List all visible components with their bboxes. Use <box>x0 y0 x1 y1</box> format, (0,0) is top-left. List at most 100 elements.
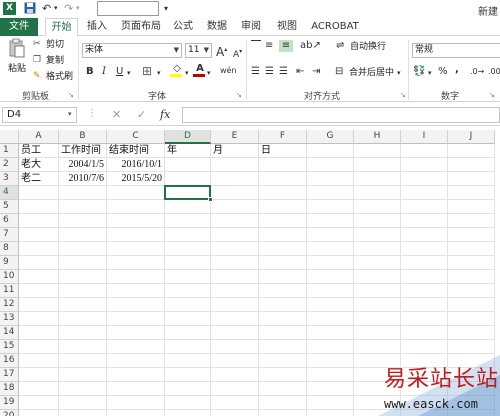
cell-h10[interactable] <box>354 270 401 284</box>
cell-i8[interactable] <box>401 242 448 256</box>
tab-acrobat[interactable]: ACROBAT <box>310 18 360 36</box>
cell-e14[interactable] <box>211 326 259 340</box>
cell-f16[interactable] <box>259 354 307 368</box>
cell-b12[interactable] <box>59 298 107 312</box>
cell-f19[interactable] <box>259 396 307 410</box>
cell-e17[interactable] <box>211 368 259 382</box>
cell-a14[interactable] <box>19 326 59 340</box>
tab-page-layout[interactable]: 页面布局 <box>120 18 162 36</box>
cell-f5[interactable] <box>259 200 307 214</box>
number-format-combo[interactable]: 常规 <box>412 43 500 58</box>
row-header-19[interactable]: 19 <box>0 396 19 410</box>
cell-j12[interactable] <box>448 298 495 312</box>
tab-file[interactable]: 文件 <box>0 18 38 36</box>
borders-icon[interactable]: ⊞ <box>142 65 152 77</box>
cell-j5[interactable] <box>448 200 495 214</box>
cell-g7[interactable] <box>307 228 354 242</box>
tab-home[interactable]: 开始 <box>45 18 78 37</box>
borders-dropdown-icon[interactable]: ▾ <box>157 67 161 79</box>
row-header-13[interactable]: 13 <box>0 312 19 326</box>
cell-f17[interactable] <box>259 368 307 382</box>
cell-g9[interactable] <box>307 256 354 270</box>
cell-g16[interactable] <box>307 354 354 368</box>
italic-button[interactable]: I <box>102 66 106 78</box>
row-header-20[interactable]: 20 <box>0 410 19 416</box>
cell-c13[interactable] <box>107 312 165 326</box>
cell-f14[interactable] <box>259 326 307 340</box>
cell-g10[interactable] <box>307 270 354 284</box>
cell-h4[interactable] <box>354 186 401 200</box>
cell-f9[interactable] <box>259 256 307 270</box>
cell-d17[interactable] <box>165 368 211 382</box>
tab-data[interactable]: 数据 <box>206 18 228 36</box>
bold-button[interactable]: B <box>86 66 94 78</box>
row-header-12[interactable]: 12 <box>0 298 19 312</box>
cell-c16[interactable] <box>107 354 165 368</box>
cell-h3[interactable] <box>354 172 401 186</box>
cell-f7[interactable] <box>259 228 307 242</box>
merge-dropdown-icon[interactable]: ▾ <box>397 67 401 79</box>
cell-e19[interactable] <box>211 396 259 410</box>
cell-e5[interactable] <box>211 200 259 214</box>
cell-f8[interactable] <box>259 242 307 256</box>
cell-a15[interactable] <box>19 340 59 354</box>
cell-j2[interactable] <box>448 158 495 172</box>
cell-j9[interactable] <box>448 256 495 270</box>
cell-d19[interactable] <box>165 396 211 410</box>
undo-dropdown-icon[interactable]: ▾ <box>54 2 58 15</box>
cell-j4[interactable] <box>448 186 495 200</box>
cell-i7[interactable] <box>401 228 448 242</box>
cell-b16[interactable] <box>59 354 107 368</box>
cell-a5[interactable] <box>19 200 59 214</box>
name-box-dropdown-icon[interactable]: ▾ <box>68 110 72 118</box>
cell-f18[interactable] <box>259 382 307 396</box>
cell-h11[interactable] <box>354 284 401 298</box>
font-name-combo[interactable]: 宋体 ▼ <box>82 43 182 58</box>
cell-h5[interactable] <box>354 200 401 214</box>
align-center-icon[interactable]: ☰ <box>265 66 274 78</box>
paste-button[interactable]: 粘贴 <box>8 63 26 75</box>
cell-a19[interactable] <box>19 396 59 410</box>
row-header-17[interactable]: 17 <box>0 368 19 382</box>
cell-i2[interactable] <box>401 158 448 172</box>
cell-a20[interactable] <box>19 410 59 416</box>
cell-e15[interactable] <box>211 340 259 354</box>
cell-e4[interactable] <box>211 186 259 200</box>
row-header-18[interactable]: 18 <box>0 382 19 396</box>
cell-j8[interactable] <box>448 242 495 256</box>
cell-b15[interactable] <box>59 340 107 354</box>
cell-j10[interactable] <box>448 270 495 284</box>
merge-center-icon[interactable]: ⊟ <box>335 66 343 78</box>
font-launcher-icon[interactable]: ↘ <box>236 89 242 101</box>
row-header-14[interactable]: 14 <box>0 326 19 340</box>
tab-review[interactable]: 审阅 <box>240 18 262 36</box>
cell-c2[interactable]: 2016/10/1 <box>107 158 165 172</box>
cell-d2[interactable] <box>165 158 211 172</box>
align-middle-icon[interactable]: ≡ <box>265 40 273 52</box>
customize-toolbar-icon[interactable]: ▾ <box>164 2 168 15</box>
merge-center-button[interactable]: 合并后居中 <box>349 67 394 79</box>
cell-i4[interactable] <box>401 186 448 200</box>
cell-c7[interactable] <box>107 228 165 242</box>
cell-g4[interactable] <box>307 186 354 200</box>
cell-c1[interactable]: 结束时间 <box>107 144 165 158</box>
row-header-2[interactable]: 2 <box>0 158 19 172</box>
cell-g1[interactable] <box>307 144 354 158</box>
cell-a11[interactable] <box>19 284 59 298</box>
cell-i3[interactable] <box>401 172 448 186</box>
cell-g15[interactable] <box>307 340 354 354</box>
cell-e9[interactable] <box>211 256 259 270</box>
cell-f1[interactable]: 日 <box>259 144 307 158</box>
cell-j14[interactable] <box>448 326 495 340</box>
wrap-text-button[interactable]: 自动换行 <box>350 41 386 53</box>
cell-c15[interactable] <box>107 340 165 354</box>
cell-g20[interactable] <box>307 410 354 416</box>
cell-e20[interactable] <box>211 410 259 416</box>
cell-a2[interactable]: 老大 <box>19 158 59 172</box>
accounting-format-icon[interactable]: 💱 <box>413 66 425 78</box>
cell-c18[interactable] <box>107 382 165 396</box>
column-header-j[interactable]: J <box>448 130 495 144</box>
cell-g14[interactable] <box>307 326 354 340</box>
comma-button[interactable]: , <box>455 64 459 76</box>
cell-f20[interactable] <box>259 410 307 416</box>
